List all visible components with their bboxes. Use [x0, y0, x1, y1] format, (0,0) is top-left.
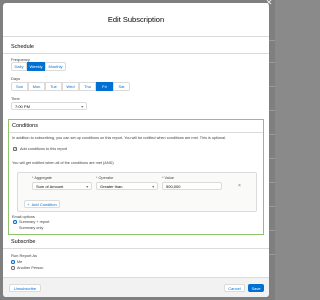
chevron-down-icon: ▼: [85, 184, 89, 189]
day-wed-button[interactable]: Wed: [62, 82, 79, 91]
email-option-summary-only-label[interactable]: Summary only: [19, 226, 43, 230]
add-condition-button[interactable]: + Add Condition: [24, 200, 60, 208]
save-button[interactable]: Save: [248, 284, 264, 292]
day-thu-button[interactable]: Thu: [79, 82, 96, 91]
conditions-info-text: In addition to subscribing, you can set …: [12, 136, 227, 140]
add-conditions-label: Add conditions to this report: [20, 147, 68, 151]
frequency-weekly-button[interactable]: Weekly: [27, 62, 45, 71]
aggregate-label: * Aggregate: [32, 176, 52, 180]
value-label: * Value: [162, 176, 174, 180]
notify-text: You will get notified when all of the co…: [12, 161, 114, 165]
condition-card: * Aggregate Sum of Amount ▼ * Operator G…: [17, 172, 257, 212]
day-fri-button[interactable]: Fri: [96, 82, 113, 91]
time-label: Time: [11, 96, 20, 101]
value-input[interactable]: 500,000: [162, 182, 222, 190]
aggregate-select-value: Sum of Amount: [36, 183, 64, 189]
unsubscribe-button[interactable]: Unsubscribe: [9, 284, 41, 292]
frequency-daily-button[interactable]: Daily: [11, 62, 27, 71]
cancel-button[interactable]: Cancel: [224, 284, 245, 292]
time-select[interactable]: 7:00 PM ▼: [11, 102, 87, 110]
plus-icon: +: [27, 201, 30, 207]
email-option-summary-report-label: Summary + report: [19, 220, 50, 224]
email-options-label: Email options: [12, 215, 35, 219]
operator-label: * Operator: [96, 176, 114, 180]
run-as-another-person-label: Another Person: [17, 266, 44, 270]
add-condition-label: Add Condition: [31, 201, 57, 207]
conditions-section-title: Conditions: [12, 123, 38, 129]
operator-select[interactable]: Greater than ▼: [96, 182, 158, 190]
modal-footer: Unsubscribe Cancel Save: [3, 277, 269, 297]
run-as-another-person-radio[interactable]: [11, 266, 15, 270]
day-mon-button[interactable]: Mon: [28, 82, 45, 91]
frequency-monthly-button[interactable]: Monthly: [45, 62, 66, 71]
schedule-section-title: Schedule: [11, 44, 34, 50]
subscribe-section-title: Subscribe: [11, 239, 36, 245]
day-tue-button[interactable]: Tue: [45, 82, 62, 91]
chevron-down-icon: ▼: [80, 104, 84, 109]
divider: [3, 53, 269, 54]
value-input-value: 500,000: [166, 183, 181, 189]
day-sat-button[interactable]: Sat: [113, 82, 130, 91]
run-as-me-label: Me: [17, 260, 23, 264]
run-report-as-label: Run Report As: [11, 253, 38, 258]
run-as-me-radio[interactable]: [11, 260, 15, 264]
day-sun-button[interactable]: Sun: [11, 82, 28, 91]
close-icon[interactable]: ✕: [265, 0, 273, 7]
frequency-button-group: Daily Weekly Monthly: [11, 62, 66, 71]
operator-select-value: Greater than: [100, 183, 123, 189]
divider: [9, 132, 263, 133]
conditions-section: Conditions In addition to subscribing, y…: [8, 119, 264, 235]
modal-title: Edit Subscription: [107, 15, 165, 24]
modal-header: Edit Subscription: [3, 3, 269, 37]
time-select-value: 7:00 PM: [15, 103, 30, 109]
aggregate-select[interactable]: Sum of Amount ▼: [32, 182, 92, 190]
close-icon[interactable]: ×: [238, 183, 241, 189]
chevron-down-icon: ▼: [151, 184, 155, 189]
add-conditions-checkbox[interactable]: ✓: [13, 147, 17, 151]
days-button-group: Sun Mon Tue Wed Thu Fri Sat: [11, 82, 130, 91]
edit-subscription-modal: Edit Subscription Schedule Frequency Dai…: [3, 3, 269, 297]
email-option-summary-report-radio[interactable]: [13, 220, 17, 224]
divider: [3, 248, 269, 249]
days-label: Days: [11, 76, 21, 81]
